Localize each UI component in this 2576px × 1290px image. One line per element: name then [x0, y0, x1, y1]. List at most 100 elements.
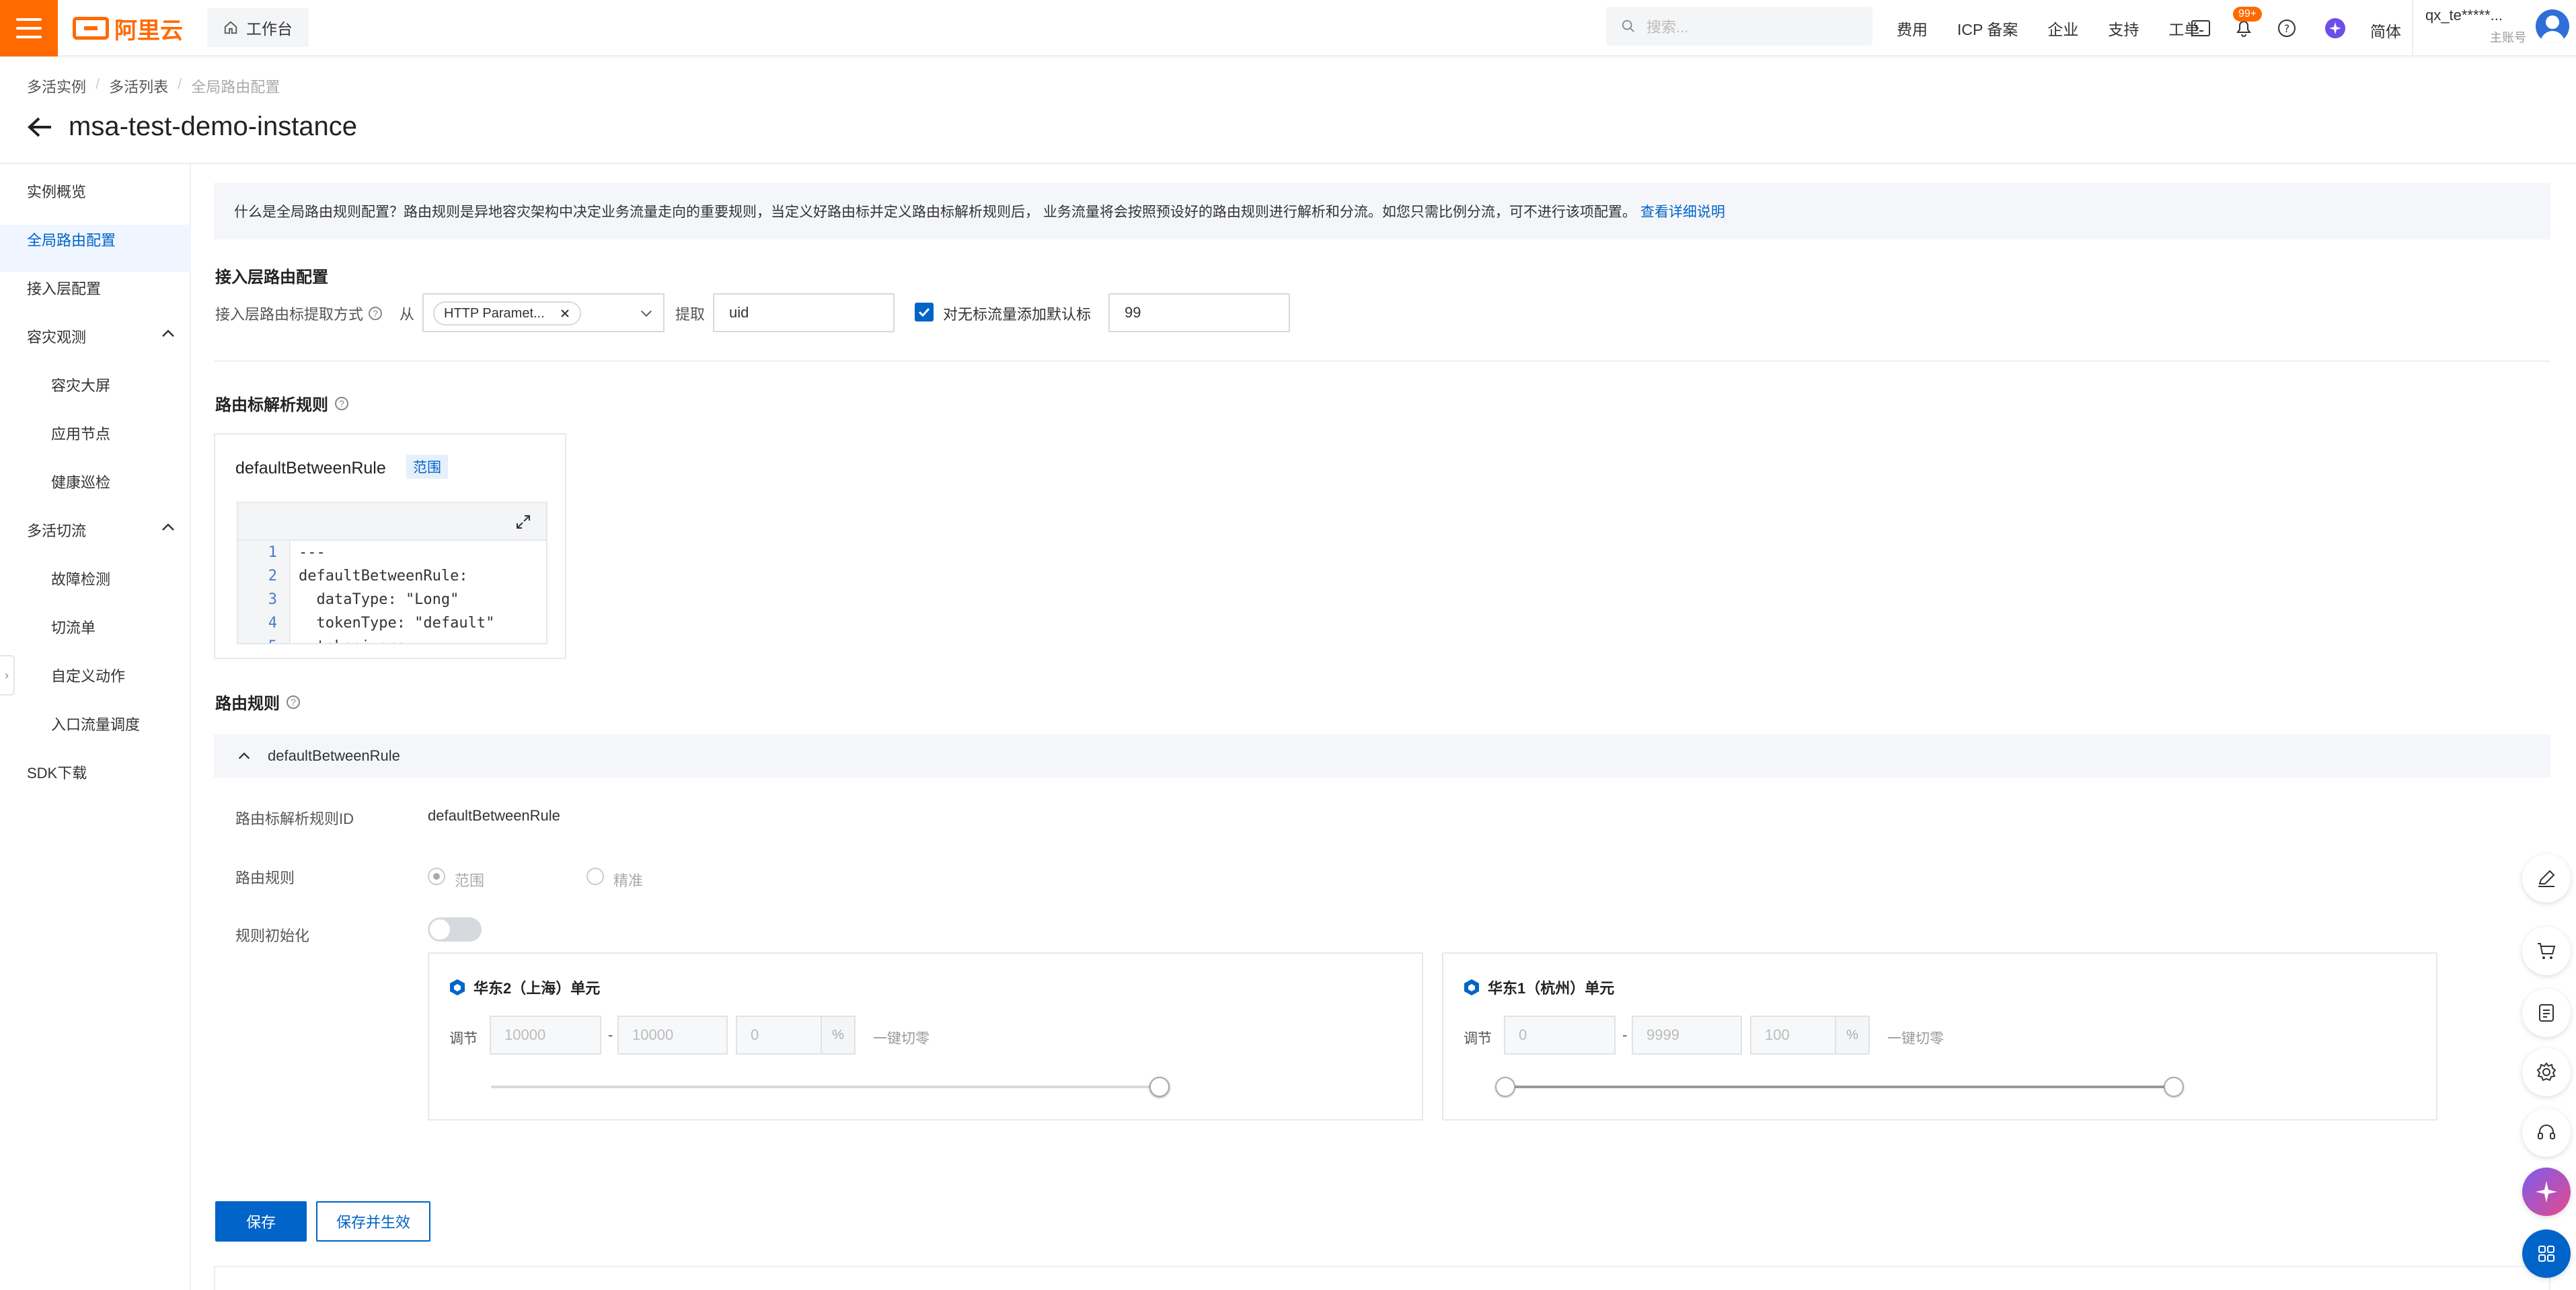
- sidebar-item-entry-traffic[interactable]: 入口流量调度: [51, 713, 140, 734]
- help-icon[interactable]: ?: [2275, 16, 2299, 40]
- slider-thumb-start[interactable]: [1495, 1077, 1515, 1097]
- header-divider: [0, 163, 2576, 164]
- detail-link[interactable]: 查看详细说明: [1640, 201, 1725, 221]
- range-min-input[interactable]: 0: [1504, 1016, 1616, 1055]
- document-icon[interactable]: [2522, 989, 2571, 1037]
- question-icon[interactable]: ?: [287, 695, 300, 709]
- nav-enterprise[interactable]: 企业: [2047, 17, 2078, 40]
- cube-icon: [450, 979, 465, 995]
- cube-icon: [1464, 979, 1479, 995]
- extract-label: 接入层路由标提取方式 ?: [215, 303, 383, 324]
- edit-icon[interactable]: [2522, 854, 2571, 903]
- brand-name: 阿里云: [114, 17, 183, 44]
- breadcrumb-instances[interactable]: 多活实例: [27, 75, 86, 97]
- question-icon[interactable]: ?: [335, 396, 348, 410]
- sidebar-item-health-check[interactable]: 健康巡检: [51, 471, 110, 492]
- sidebar-item-global-routing[interactable]: 全局路由配置: [27, 229, 116, 250]
- range-dash: -: [608, 1026, 613, 1043]
- traffic-slider[interactable]: [491, 1077, 1170, 1097]
- breadcrumb-separator: /: [96, 75, 100, 92]
- radio-range[interactable]: [428, 868, 445, 885]
- expand-icon[interactable]: [515, 514, 531, 530]
- gear-icon[interactable]: [2522, 1048, 2571, 1096]
- divider: [2412, 0, 2413, 56]
- save-apply-button[interactable]: 保存并生效: [316, 1201, 430, 1242]
- search-input[interactable]: 搜索...: [1606, 7, 1872, 46]
- nav-billing[interactable]: 费用: [1897, 17, 1928, 40]
- zero-button[interactable]: 一键切零: [1887, 1028, 1944, 1048]
- nav-icp[interactable]: ICP 备案: [1957, 17, 2018, 40]
- rule-card-name: defaultBetweenRule: [235, 459, 386, 478]
- percent-input[interactable]: 0: [736, 1016, 822, 1055]
- slider-thumb-end[interactable]: [2164, 1077, 2184, 1097]
- route-rules-title: 路由规则 ?: [215, 690, 300, 714]
- question-icon[interactable]: ?: [369, 307, 383, 320]
- page-title: msa-test-demo-instance: [69, 112, 358, 141]
- unit-title-text: 华东1（杭州）单元: [1488, 980, 1615, 997]
- parse-rules-title-text: 路由标解析规则: [215, 396, 328, 414]
- sidebar-item-fault-detect[interactable]: 故障检测: [51, 568, 110, 589]
- default-tag-checkbox[interactable]: [915, 303, 934, 321]
- traffic-slider[interactable]: [1495, 1077, 2184, 1097]
- access-layer-title-text: 接入层路由配置: [215, 268, 328, 287]
- unit-card-hangzhou: 华东1（杭州）单元 调节 0 - 9999 100 % 一键切零: [1442, 952, 2437, 1121]
- chevron-up-icon[interactable]: [160, 326, 176, 342]
- sidebar-item-app-nodes[interactable]: 应用节点: [51, 422, 110, 444]
- sidebar-item-dr-observe[interactable]: 容灾观测: [27, 326, 86, 347]
- back-arrow-icon[interactable]: [27, 116, 52, 139]
- adjust-label: 调节: [449, 1031, 478, 1047]
- breadcrumb-separator: /: [178, 75, 182, 92]
- init-toggle[interactable]: [428, 917, 482, 942]
- zero-button[interactable]: 一键切零: [873, 1028, 930, 1048]
- language-switch[interactable]: 简体: [2370, 19, 2401, 42]
- range-max-input[interactable]: 10000: [617, 1016, 728, 1055]
- default-tag-label: 对无标流量添加默认标: [943, 306, 1092, 323]
- workbench-label: 工作台: [246, 20, 293, 38]
- section-divider: [214, 361, 2550, 362]
- percent-input[interactable]: 100: [1750, 1016, 1836, 1055]
- range-min-input[interactable]: 10000: [490, 1016, 601, 1055]
- next-section-card: [214, 1266, 2550, 1290]
- radio-exact[interactable]: [586, 868, 604, 885]
- range-max-input[interactable]: 9999: [1632, 1016, 1742, 1055]
- avatar[interactable]: [2536, 9, 2569, 43]
- sidebar-item-access-layer[interactable]: 接入层配置: [27, 277, 101, 299]
- route-group-name: defaultBetweenRule: [268, 747, 400, 764]
- terminal-icon[interactable]: [2189, 16, 2213, 40]
- ai-assistant-icon[interactable]: [2323, 16, 2347, 40]
- headset-icon[interactable]: [2522, 1108, 2571, 1157]
- save-button[interactable]: 保存: [215, 1201, 307, 1242]
- sidebar-item-overview[interactable]: 实例概览: [27, 180, 86, 202]
- sidebar-item-sdk[interactable]: SDK下载: [27, 761, 87, 783]
- parse-rules-title: 路由标解析规则 ?: [215, 391, 348, 415]
- source-tag: HTTP Paramet...: [433, 301, 581, 326]
- nav-support[interactable]: 支持: [2108, 17, 2139, 40]
- brand-logo[interactable]: 阿里云: [73, 12, 183, 44]
- sidebar-item-custom-action[interactable]: 自定义动作: [51, 665, 125, 686]
- user-menu[interactable]: qx_te*****... 主账号: [2425, 7, 2526, 46]
- apps-grid-icon[interactable]: [2522, 1229, 2571, 1278]
- code-line: 1 ---: [238, 541, 546, 564]
- route-group-header[interactable]: defaultBetweenRule: [214, 734, 2550, 777]
- workbench-button[interactable]: 工作台: [207, 8, 309, 47]
- ai-assistant-icon[interactable]: [2522, 1168, 2571, 1216]
- breadcrumb-list[interactable]: 多活列表: [109, 75, 168, 97]
- source-select[interactable]: HTTP Paramet...: [422, 293, 665, 332]
- sidebar-item-dashboard[interactable]: 容灾大屏: [51, 374, 110, 395]
- close-icon[interactable]: [560, 308, 570, 319]
- cart-icon[interactable]: [2522, 927, 2571, 975]
- parse-rule-card[interactable]: defaultBetweenRule 范围 1 --- 2 defaultBetwe…: [214, 433, 566, 659]
- slider-thumb-end[interactable]: [1149, 1077, 1170, 1097]
- sidebar-item-switch-order[interactable]: 切流单: [51, 616, 96, 638]
- default-value-input[interactable]: 99: [1108, 293, 1290, 332]
- menu-icon[interactable]: [0, 0, 58, 56]
- chevron-up-icon[interactable]: [160, 519, 176, 535]
- info-text: 什么是全局路由规则配置？路由规则是异地容灾架构中决定业务流量走向的重要规则，当定…: [234, 204, 1636, 220]
- chevron-down-icon: [641, 310, 652, 317]
- extract-label-text: 接入层路由标提取方式: [215, 306, 364, 323]
- top-bar: 阿里云 工作台 搜索... 费用 ICP 备案 企业 支持 工单 99+ ? 简…: [0, 0, 2576, 56]
- param-input[interactable]: uid: [713, 293, 895, 332]
- sidebar-collapse-handle[interactable]: ›: [0, 655, 15, 695]
- code-line: 2 defaultBetweenRule:: [238, 564, 546, 588]
- sidebar-item-switch-traffic[interactable]: 多活切流: [27, 519, 86, 541]
